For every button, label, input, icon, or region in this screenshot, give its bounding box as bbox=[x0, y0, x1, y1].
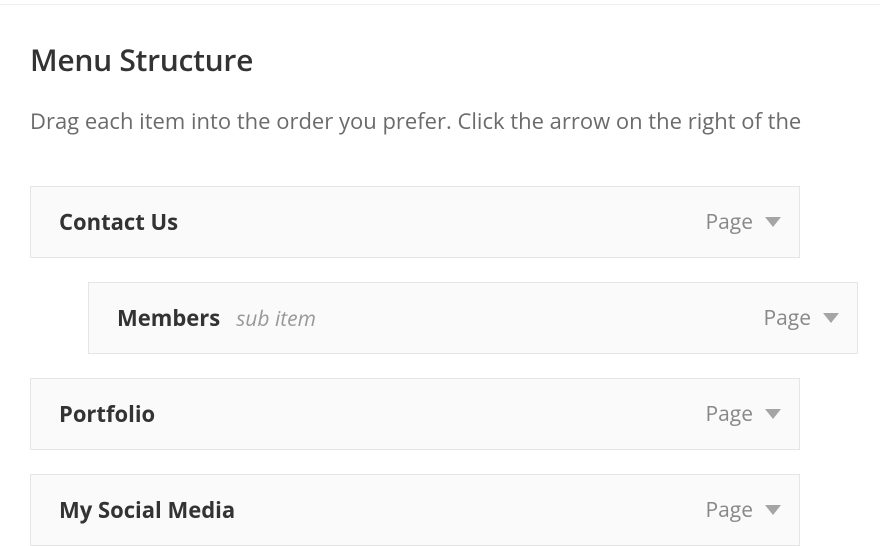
menu-item-right[interactable]: Page bbox=[706, 496, 782, 524]
menu-item-type: Page bbox=[706, 496, 754, 524]
menu-item-right[interactable]: Page bbox=[706, 208, 782, 236]
menu-item-type: Page bbox=[764, 304, 812, 332]
menu-item-members[interactable]: Members sub item Page bbox=[88, 282, 858, 354]
menu-item-left: Members sub item bbox=[117, 303, 316, 333]
menu-item-title: Portfolio bbox=[59, 399, 155, 429]
menu-items-list: Contact Us Page Members sub item Page Po… bbox=[30, 186, 880, 546]
menu-item-left: Contact Us bbox=[59, 207, 178, 237]
menu-item-left: Portfolio bbox=[59, 399, 155, 429]
panel-description: Drag each item into the order you prefer… bbox=[30, 106, 880, 138]
panel-heading: Menu Structure bbox=[30, 39, 880, 80]
menu-item-left: My Social Media bbox=[59, 495, 235, 525]
chevron-down-icon[interactable] bbox=[765, 217, 781, 227]
menu-item-my-social-media[interactable]: My Social Media Page bbox=[30, 474, 800, 546]
menu-item-title: My Social Media bbox=[59, 495, 235, 525]
menu-item-contact-us[interactable]: Contact Us Page bbox=[30, 186, 800, 258]
menu-item-title: Contact Us bbox=[59, 207, 178, 237]
menu-item-title: Members bbox=[117, 303, 220, 333]
menu-item-portfolio[interactable]: Portfolio Page bbox=[30, 378, 800, 450]
chevron-down-icon[interactable] bbox=[823, 313, 839, 323]
chevron-down-icon[interactable] bbox=[765, 505, 781, 515]
menu-item-type: Page bbox=[706, 400, 754, 428]
menu-structure-panel: Menu Structure Drag each item into the o… bbox=[0, 4, 880, 546]
chevron-down-icon[interactable] bbox=[765, 409, 781, 419]
menu-item-sub-label: sub item bbox=[236, 305, 316, 333]
menu-item-right[interactable]: Page bbox=[706, 400, 782, 428]
menu-item-type: Page bbox=[706, 208, 754, 236]
menu-item-right[interactable]: Page bbox=[764, 304, 840, 332]
